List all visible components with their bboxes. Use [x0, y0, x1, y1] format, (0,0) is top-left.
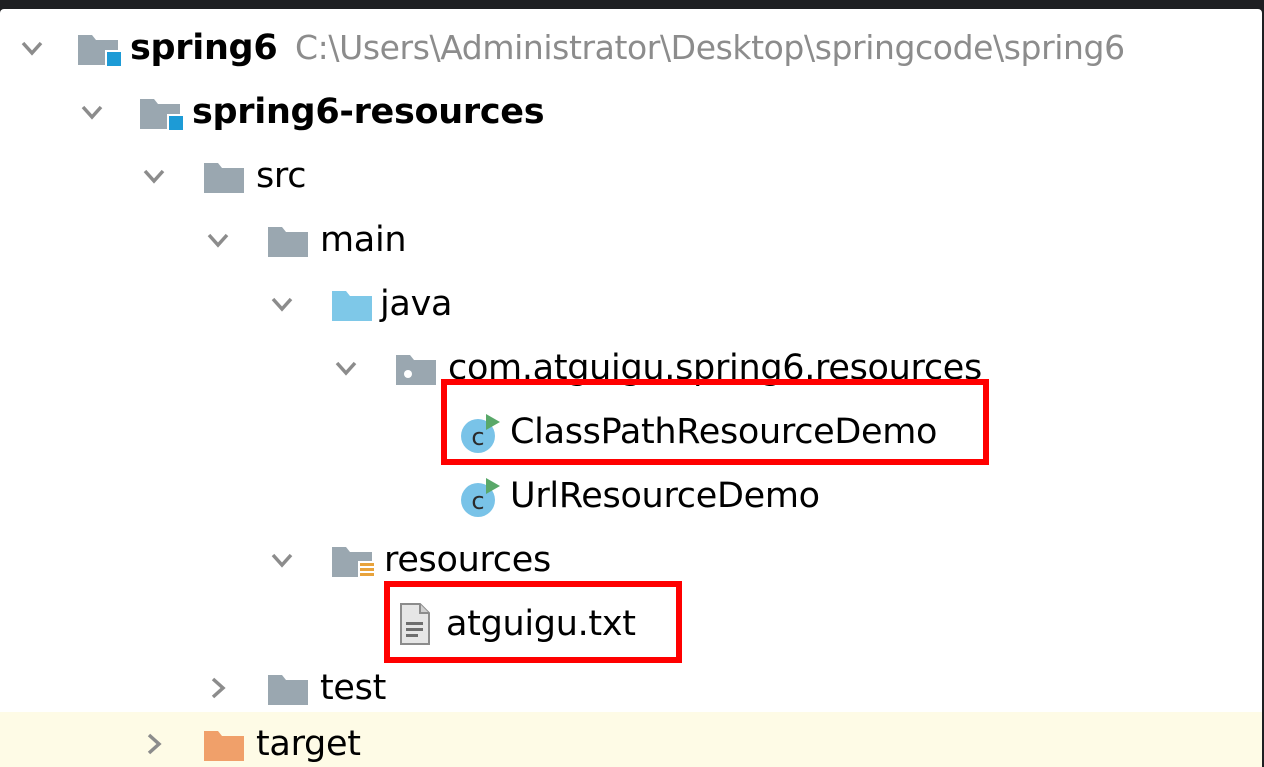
- folder-icon: [204, 163, 244, 193]
- text-file-icon: [400, 603, 430, 645]
- tree-label-target: target: [256, 724, 361, 764]
- package-icon: [396, 355, 436, 385]
- module-folder-icon: [140, 99, 184, 131]
- tree-row-atguigu-txt[interactable]: atguigu.txt: [0, 592, 1262, 656]
- chevron-right-icon[interactable]: [204, 674, 232, 702]
- java-class-runnable-icon: c: [461, 414, 500, 453]
- window-frame: spring6 C:\Users\Administrator\Desktop\s…: [0, 0, 1264, 767]
- module-folder-icon: [78, 35, 122, 67]
- tree-label-main: main: [320, 220, 407, 260]
- tree-row-classpath-resource-demo[interactable]: c ClassPathResourceDemo: [0, 400, 1262, 464]
- tree-label-atguigu-txt: atguigu.txt: [446, 604, 636, 644]
- tree-row-url-resource-demo[interactable]: c UrlResourceDemo: [0, 464, 1262, 528]
- folder-icon: [268, 675, 308, 705]
- tree-row-test[interactable]: test: [0, 656, 1262, 720]
- tree-label-url-resource-demo: UrlResourceDemo: [510, 476, 820, 516]
- chevron-down-icon[interactable]: [268, 290, 296, 318]
- svg-text:c: c: [471, 487, 484, 515]
- tree-row-package[interactable]: com.atguigu.spring6.resources: [0, 336, 1262, 400]
- tree-label-classpath-resource-demo: ClassPathResourceDemo: [510, 412, 938, 452]
- tree-row-target[interactable]: target: [0, 712, 1262, 767]
- chevron-down-icon[interactable]: [140, 162, 168, 190]
- excluded-folder-icon: [204, 731, 244, 761]
- tree-label-spring6-resources: spring6-resources: [192, 92, 545, 132]
- svg-text:c: c: [471, 423, 484, 451]
- chevron-down-icon[interactable]: [204, 226, 232, 254]
- tree-label-spring6: spring6: [130, 28, 278, 68]
- tree-row-java[interactable]: java: [0, 272, 1262, 336]
- tree-path-spring6: C:\Users\Administrator\Desktop\springcod…: [295, 28, 1125, 67]
- folder-icon: [268, 227, 308, 257]
- tree-label-resources: resources: [384, 540, 551, 580]
- java-class-runnable-icon: c: [461, 478, 500, 517]
- tree-row-src[interactable]: src: [0, 144, 1262, 208]
- resources-root-folder-icon: [332, 547, 375, 579]
- tree-label-test: test: [320, 668, 387, 708]
- chevron-down-icon[interactable]: [78, 98, 106, 126]
- chevron-down-icon[interactable]: [332, 354, 360, 382]
- project-tree-panel: spring6 C:\Users\Administrator\Desktop\s…: [0, 9, 1262, 767]
- tree-row-spring6-resources[interactable]: spring6-resources: [0, 80, 1262, 144]
- tree-label-package: com.atguigu.spring6.resources: [448, 348, 982, 388]
- chevron-down-icon[interactable]: [18, 34, 46, 62]
- source-root-folder-icon: [332, 291, 372, 321]
- chevron-down-icon[interactable]: [268, 546, 296, 574]
- chevron-right-icon[interactable]: [140, 730, 168, 758]
- tree-row-spring6[interactable]: spring6 C:\Users\Administrator\Desktop\s…: [0, 16, 1262, 80]
- tree-row-main[interactable]: main: [0, 208, 1262, 272]
- tree-label-src: src: [256, 156, 307, 196]
- tree-label-java: java: [380, 284, 453, 324]
- tree-row-resources[interactable]: resources: [0, 528, 1262, 592]
